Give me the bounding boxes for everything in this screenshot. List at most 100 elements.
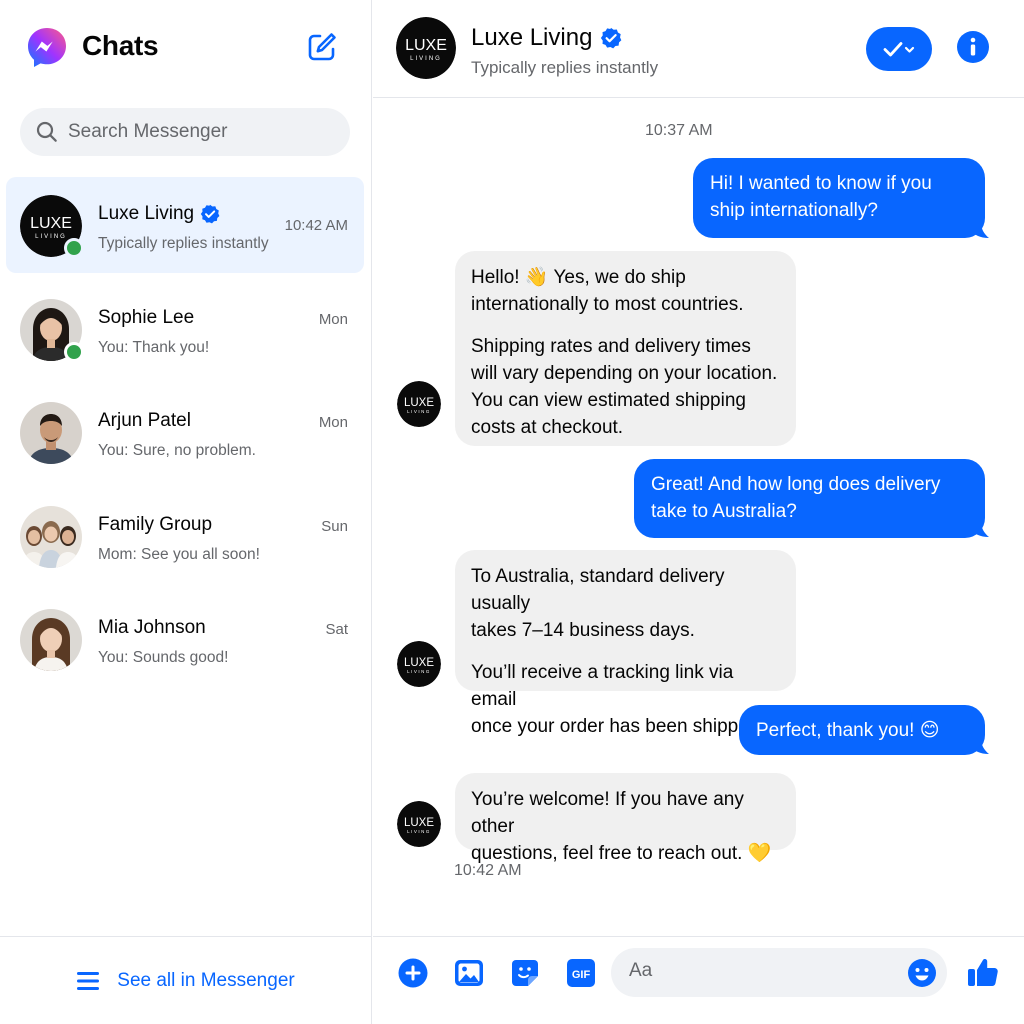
- chat-name: Family Group: [98, 513, 213, 535]
- chat-preview: Typically replies instantly: [98, 235, 269, 252]
- message-line: You’ll receive a tracking link via email: [471, 662, 734, 710]
- incoming-message[interactable]: To Australia, standard delivery usually …: [455, 550, 796, 737]
- info-icon[interactable]: [957, 31, 989, 63]
- luxe-living-logo: LUXE LIVING: [397, 641, 441, 687]
- message-line: You’re welcome! If you have any other: [471, 789, 744, 837]
- svg-text:LUXE: LUXE: [404, 817, 434, 829]
- chat-preview: You: Thank you!: [98, 338, 210, 356]
- search-icon: [36, 121, 57, 142]
- svg-text:LIVING: LIVING: [407, 829, 431, 834]
- verified-badge-icon: [601, 27, 622, 49]
- message-line: internationally to most countries.: [471, 294, 744, 315]
- bubble-tail: [971, 222, 989, 238]
- svg-text:LIVING: LIVING: [407, 669, 431, 674]
- outgoing-message[interactable]: Perfect, thank you! 😊: [739, 705, 985, 755]
- luxe-living-logo: LUXE LIVING: [397, 381, 441, 427]
- chat-sidebar: Chats LUXE LIVING Luxe Living: [0, 0, 372, 1024]
- incoming-message[interactable]: Hello! 👋 Yes, we do ship internationally…: [455, 251, 796, 446]
- svg-text:LUXE: LUXE: [30, 215, 72, 232]
- see-all-label: See all in Messenger: [117, 969, 295, 991]
- thumbs-up-icon[interactable]: [967, 956, 999, 988]
- online-indicator: [64, 341, 84, 362]
- message-input[interactable]: [629, 960, 889, 982]
- chat-item-luxe-living[interactable]: LUXE LIVING Luxe Living Typically replie…: [6, 177, 364, 273]
- arjun-patel-photo: [20, 402, 82, 464]
- timestamp: 10:42 AM: [454, 862, 522, 879]
- verified-badge-icon: [200, 204, 220, 224]
- avatar: LUXE LIVING: [397, 801, 441, 847]
- chat-name: Arjun Patel: [98, 410, 191, 431]
- see-all-in-messenger-link[interactable]: See all in Messenger: [0, 936, 372, 1024]
- sticker-icon[interactable]: [510, 958, 540, 988]
- svg-text:LIVING: LIVING: [35, 234, 67, 240]
- chat-preview: You: Sure, no problem.: [98, 442, 256, 459]
- timestamp: 10:37 AM: [645, 122, 713, 139]
- family-group-photo: [20, 505, 82, 568]
- chat-preview: Mom: See you all soon!: [98, 545, 260, 563]
- conversation-title[interactable]: Luxe Living: [471, 24, 622, 52]
- message-line: will vary depending on your location.: [471, 363, 778, 384]
- avatar: LUXE LIVING: [397, 641, 441, 687]
- message-line: once your order has been shipped.: [471, 716, 765, 737]
- avatar: [20, 402, 82, 464]
- search-bar[interactable]: [20, 108, 350, 156]
- message-line: ship internationally?: [710, 200, 878, 221]
- luxe-living-logo: LUXE LIVING: [397, 801, 441, 847]
- menu-icon: [77, 971, 100, 990]
- svg-text:LIVING: LIVING: [410, 56, 442, 62]
- page-title: Chats: [82, 30, 159, 61]
- chat-list: LUXE LIVING Luxe Living Typically replie…: [6, 177, 364, 695]
- emoji-icon[interactable]: [907, 958, 937, 988]
- message-line: questions, feel free to reach out. 💛: [471, 843, 772, 864]
- message-line: To Australia, standard delivery usually: [471, 566, 725, 614]
- message-line: takes 7–14 business days.: [471, 620, 695, 641]
- message-line: Perfect, thank you! 😊: [756, 720, 940, 741]
- bubble-tail: [971, 738, 989, 754]
- compose-icon[interactable]: [306, 31, 338, 63]
- svg-text:LUXE: LUXE: [405, 37, 447, 54]
- sidebar-header: Chats: [0, 0, 372, 96]
- chat-time: Mon: [318, 310, 348, 328]
- chat-item-family-group[interactable]: Family Group Mom: See you all soon! Sun: [6, 488, 364, 592]
- chat-item-arjun-patel[interactable]: Arjun Patel You: Sure, no problem. Mon: [6, 384, 364, 488]
- avatar: [20, 609, 82, 671]
- chat-name: Sophie Lee: [98, 306, 195, 328]
- incoming-message[interactable]: You’re welcome! If you have any other qu…: [455, 773, 796, 864]
- chat-name: Mia Johnson: [98, 617, 206, 638]
- chat-item-sophie-lee[interactable]: Sophie Lee You: Thank you! Mon: [6, 281, 364, 385]
- luxe-living-logo: LUXE LIVING: [396, 17, 456, 79]
- chat-name: Luxe Living: [98, 203, 220, 225]
- status-dropdown-button[interactable]: [866, 27, 932, 71]
- conversation-header: LUXE LIVING Luxe Living Typically replie…: [373, 0, 1024, 98]
- chat-preview: You: Sounds good!: [98, 649, 229, 666]
- message-line: Hi! I wanted to know if you: [710, 173, 932, 194]
- message-line: Great! And how long does delivery: [651, 474, 941, 495]
- message-line: Hello! 👋 Yes, we do ship: [471, 267, 686, 288]
- outgoing-message[interactable]: Hi! I wanted to know if you ship interna…: [693, 158, 985, 238]
- svg-text:LUXE: LUXE: [404, 397, 434, 409]
- avatar[interactable]: LUXE LIVING: [396, 17, 456, 79]
- bubble-tail: [971, 521, 989, 537]
- svg-text:LUXE: LUXE: [404, 657, 434, 669]
- svg-text:GIF: GIF: [572, 969, 591, 981]
- gif-icon[interactable]: GIF: [566, 958, 596, 988]
- message-line: costs at checkout.: [471, 417, 624, 438]
- search-input[interactable]: [68, 121, 328, 143]
- image-icon[interactable]: [454, 958, 484, 988]
- chat-time: Mon: [318, 414, 348, 431]
- chat-time: Sun: [321, 517, 348, 535]
- message-input-wrapper[interactable]: [611, 948, 947, 997]
- svg-text:LIVING: LIVING: [407, 409, 431, 414]
- avatar: [20, 505, 82, 568]
- message-line: Shipping rates and delivery times: [471, 336, 751, 357]
- chat-time: Sat: [325, 621, 348, 638]
- avatar: LUXE LIVING: [397, 381, 441, 427]
- message-line: take to Australia?: [651, 501, 797, 522]
- plus-icon[interactable]: [398, 958, 428, 988]
- conversation-panel: LUXE LIVING Luxe Living Typically replie…: [373, 0, 1024, 1024]
- outgoing-message[interactable]: Great! And how long does delivery take t…: [634, 459, 985, 538]
- chat-time: 10:42 AM: [284, 217, 348, 234]
- conversation-subtitle: Typically replies instantly: [471, 58, 659, 77]
- chat-item-mia-johnson[interactable]: Mia Johnson You: Sounds good! Sat: [6, 591, 364, 695]
- message-line: You can view estimated shipping: [471, 390, 746, 411]
